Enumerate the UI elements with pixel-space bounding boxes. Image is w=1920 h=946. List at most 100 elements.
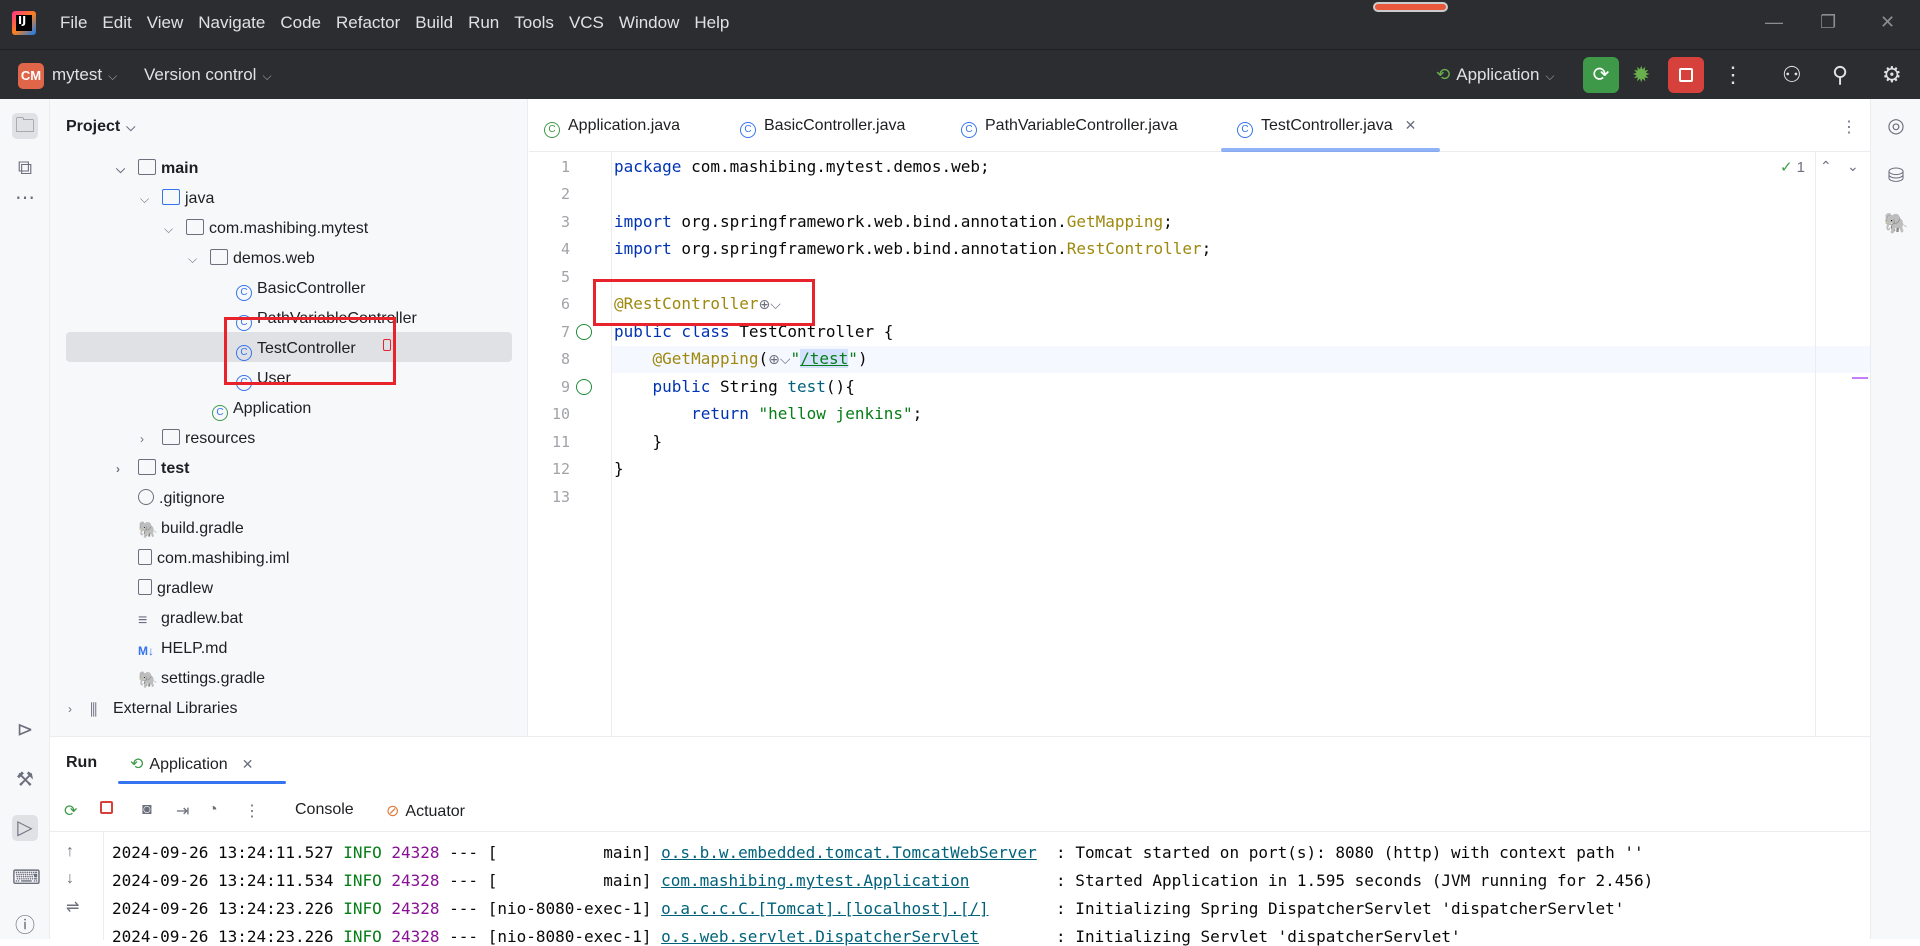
- tree-item-application[interactable]: C Application: [212, 394, 311, 424]
- log-pid: 24328: [391, 899, 440, 918]
- log-logger-link[interactable]: o.s.b.w.embedded.tomcat.TomcatWebServer: [661, 843, 1037, 862]
- background-progress-indicator[interactable]: [1373, 2, 1448, 12]
- menu-refactor[interactable]: Refactor: [336, 13, 400, 33]
- build-hammer-icon[interactable]: ⚒: [12, 767, 38, 793]
- scroll-up-icon[interactable]: ↑: [66, 843, 74, 861]
- line-number: 5: [560, 268, 570, 286]
- tree-item-help-md[interactable]: M↓ HELP.md: [116, 634, 227, 664]
- minimize-button[interactable]: —: [1765, 12, 1783, 33]
- tree-item-basiccontroller[interactable]: C BasicController: [236, 274, 365, 304]
- terminal-icon[interactable]: ⌨: [12, 865, 41, 891]
- tab-pathvariablecontroller-java[interactable]: C PathVariableController.java: [961, 117, 1178, 138]
- more-options-icon[interactable]: ⋮: [244, 801, 260, 821]
- stop-square-icon[interactable]: [100, 801, 113, 819]
- previous-highlight-icon[interactable]: ⌃: [1820, 158, 1832, 175]
- settings-gear-icon[interactable]: ⚙: [1882, 62, 1902, 88]
- rerun-button[interactable]: ⟳: [1583, 57, 1619, 93]
- database-icon[interactable]: ⛁: [1883, 163, 1909, 189]
- more-actions-icon[interactable]: ⋮: [1722, 62, 1744, 88]
- tab-basiccontroller-java[interactable]: C BasicController.java: [740, 117, 905, 138]
- log-logger-link[interactable]: o.s.web.servlet.DispatcherServlet: [661, 927, 979, 946]
- more-tools-icon[interactable]: ⋯: [12, 185, 38, 211]
- menu-file[interactable]: File: [60, 13, 87, 33]
- tree-item-package-demos-web[interactable]: ⌵ demos.web: [188, 244, 315, 274]
- tree-item-build-gradle[interactable]: 🐘 build.gradle: [116, 514, 244, 544]
- version-control-selector[interactable]: Version control ⌵: [144, 65, 272, 85]
- project-folder-icon[interactable]: 🗀: [12, 113, 38, 139]
- tree-item-settings-gradle[interactable]: 🐘 settings.gradle: [116, 664, 265, 694]
- menu-run[interactable]: Run: [468, 13, 499, 33]
- stop-button[interactable]: [1668, 57, 1704, 93]
- log-level: INFO: [333, 843, 392, 862]
- tab-application-java[interactable]: C Application.java: [544, 117, 680, 138]
- debug-icon[interactable]: ✹: [1632, 62, 1650, 88]
- intellij-logo-icon[interactable]: IJ: [12, 11, 36, 35]
- inspection-status[interactable]: ✓ 1: [1780, 158, 1805, 176]
- tree-item-external-libraries[interactable]: › ⫼ External Libraries: [68, 694, 238, 724]
- tree-item-gradlew-bat[interactable]: ≡ gradlew.bat: [116, 604, 243, 634]
- next-highlight-icon[interactable]: ⌄: [1847, 158, 1859, 175]
- rerun-icon[interactable]: ⟳: [64, 801, 77, 821]
- globe-icon[interactable]: ⊕⌵: [768, 352, 790, 368]
- code-token: }: [652, 432, 663, 451]
- actuator-tab[interactable]: ⊘ Actuator: [386, 801, 465, 821]
- close-window-button[interactable]: ✕: [1880, 12, 1895, 33]
- tree-item-iml[interactable]: com.mashibing.iml: [116, 544, 289, 574]
- line-number: 12: [551, 460, 570, 478]
- tree-item-gitignore[interactable]: .gitignore: [116, 484, 225, 514]
- menu-build[interactable]: Build: [415, 13, 453, 33]
- code-token: com.mashibing.mytest.demos.web;: [681, 157, 990, 176]
- problems-icon[interactable]: ⓘ: [12, 913, 38, 939]
- code-token: return: [691, 404, 749, 423]
- tree-item-main[interactable]: ⌵ main: [116, 154, 198, 184]
- web-endpoint-gutter-icon[interactable]: [576, 379, 592, 395]
- chevron-right-icon: ›: [140, 432, 144, 446]
- menu-navigate[interactable]: Navigate: [198, 13, 265, 33]
- services-icon[interactable]: ⊳: [12, 717, 38, 743]
- run-tab-label: Application: [149, 756, 228, 773]
- exit-icon[interactable]: ⇥: [176, 801, 189, 821]
- gauge-icon[interactable]: ◔: [208, 801, 218, 819]
- menu-tools[interactable]: Tools: [514, 13, 554, 33]
- scroll-down-icon[interactable]: ↓: [66, 870, 74, 888]
- structure-icon[interactable]: ⧉: [12, 155, 38, 181]
- tab-testcontroller-java[interactable]: C TestController.java ✕: [1237, 117, 1416, 138]
- tree-item-package-mytest[interactable]: ⌵ com.mashibing.mytest: [164, 214, 368, 244]
- close-tab-icon[interactable]: ✕: [242, 756, 254, 772]
- project-panel-title[interactable]: Project ⌵: [66, 118, 135, 136]
- log-logger-link[interactable]: com.mashibing.mytest.Application: [661, 871, 969, 890]
- menu-edit[interactable]: Edit: [102, 13, 131, 33]
- tree-item-resources[interactable]: › resources: [140, 424, 255, 454]
- log-logger-link[interactable]: o.a.c.c.C.[Tomcat].[localhost].[/]: [661, 899, 989, 918]
- gradle-tool-icon[interactable]: 🐘: [1883, 211, 1909, 237]
- restore-button[interactable]: ❐: [1820, 12, 1836, 33]
- add-user-icon[interactable]: ⚇: [1782, 62, 1802, 88]
- menu-view[interactable]: View: [147, 13, 184, 33]
- code-token: org.springframework.web.bind.annotation.: [671, 212, 1067, 231]
- spring-boot-icon: ⟲: [1436, 65, 1451, 84]
- menu-code[interactable]: Code: [280, 13, 321, 33]
- annotation-highlight-box: [224, 317, 396, 385]
- run-config-selector[interactable]: ⟲ Application ⌵: [1436, 65, 1555, 85]
- menu-help[interactable]: Help: [694, 13, 729, 33]
- tree-item-java[interactable]: ⌵ java: [140, 184, 214, 214]
- tree-item-test[interactable]: › test: [116, 454, 189, 484]
- search-icon[interactable]: ⚲: [1832, 62, 1848, 88]
- run-tab-application[interactable]: ⟲ Application ✕: [130, 754, 253, 774]
- menu-window[interactable]: Window: [619, 13, 679, 33]
- menu-vcs[interactable]: VCS: [569, 13, 604, 33]
- project-badge[interactable]: CM: [18, 63, 44, 89]
- soft-wrap-icon[interactable]: ⇌: [66, 897, 79, 917]
- tree-item-label: main: [161, 160, 199, 177]
- spring-bean-gutter-icon[interactable]: [576, 324, 592, 340]
- tree-item-label: gradlew.bat: [161, 610, 243, 627]
- url-path-token[interactable]: /test: [800, 349, 849, 368]
- project-selector[interactable]: mytest ⌵: [52, 65, 117, 85]
- ai-assistant-icon[interactable]: ◎: [1883, 113, 1909, 139]
- console-tab[interactable]: Console: [295, 801, 354, 819]
- close-tab-icon[interactable]: ✕: [1405, 117, 1417, 133]
- tab-options-icon[interactable]: ⋮: [1841, 117, 1857, 137]
- run-tool-icon[interactable]: ▷: [12, 815, 38, 841]
- tree-item-gradlew[interactable]: gradlew: [116, 574, 213, 604]
- camera-icon[interactable]: ◙: [142, 801, 152, 819]
